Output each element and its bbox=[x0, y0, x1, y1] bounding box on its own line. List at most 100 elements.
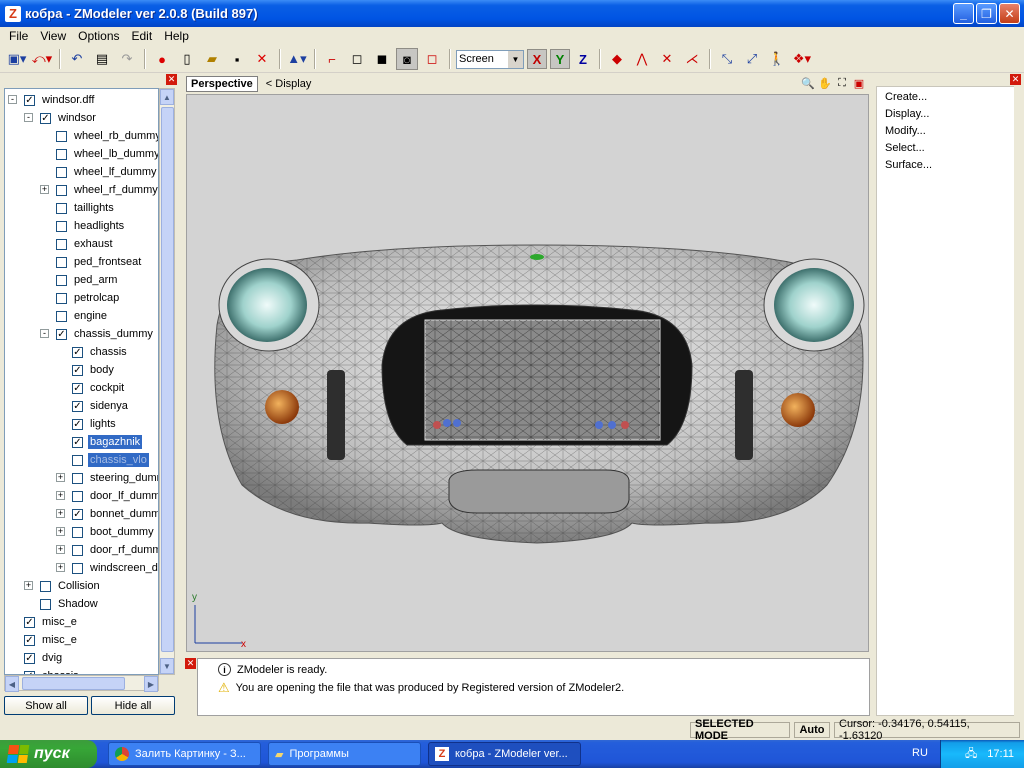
taskbar-item-zmodeler[interactable]: Z кобра - ZModeler ver... bbox=[428, 742, 581, 766]
pivot-icon[interactable]: ▲▾ bbox=[286, 48, 308, 70]
collapse-icon[interactable]: - bbox=[8, 95, 17, 104]
tree-vertical-scrollbar[interactable]: ▲ ▼ bbox=[159, 88, 175, 675]
tree-item[interactable]: ✓chassis bbox=[24, 667, 81, 674]
tree-horizontal-scrollbar[interactable]: ◀ ▶ bbox=[4, 675, 159, 692]
coord-mode-select[interactable]: Screen ▼ bbox=[456, 49, 524, 69]
visibility-checkbox[interactable] bbox=[56, 310, 67, 322]
tree-item[interactable]: - ✓ chassis_dummy bbox=[40, 325, 155, 343]
visibility-checkbox[interactable] bbox=[40, 598, 51, 610]
visibility-checkbox[interactable] bbox=[56, 130, 67, 142]
visibility-checkbox[interactable]: ✓ bbox=[24, 634, 35, 646]
expand-icon[interactable]: + bbox=[56, 473, 65, 482]
visibility-checkbox[interactable] bbox=[56, 292, 67, 304]
tree-item[interactable]: - ✓ windsor.dff bbox=[8, 91, 96, 109]
maximize-button[interactable]: ❐ bbox=[976, 3, 997, 24]
tree-item[interactable]: wheel_lf_dummy bbox=[56, 163, 158, 181]
tree-item[interactable]: petrolcap bbox=[56, 289, 121, 307]
properties-icon[interactable]: ▤ bbox=[91, 48, 113, 70]
command-display[interactable]: Display... bbox=[885, 108, 929, 120]
hide-all-button[interactable]: Hide all bbox=[91, 696, 175, 715]
command-surface[interactable]: Surface... bbox=[885, 159, 932, 171]
select-vertex-icon[interactable]: ⤡ bbox=[716, 48, 738, 70]
tree-item[interactable]: ✓ bagazhnik bbox=[72, 433, 143, 451]
tree-item[interactable]: ✓ body bbox=[72, 361, 116, 379]
tree-item[interactable]: + boot_dummy bbox=[56, 523, 156, 541]
visibility-checkbox[interactable]: ✓ bbox=[24, 652, 35, 664]
visibility-checkbox[interactable]: ✓ bbox=[72, 508, 83, 520]
maximize-view-icon[interactable]: ⛶ bbox=[835, 76, 849, 90]
tree-item[interactable]: + ✓ bonnet_dummy bbox=[56, 505, 158, 523]
close-view-icon[interactable]: ▣ bbox=[852, 76, 866, 90]
menu-options[interactable]: Options bbox=[72, 29, 125, 43]
menu-help[interactable]: Help bbox=[158, 29, 195, 43]
box-icon[interactable]: ◻ bbox=[346, 48, 368, 70]
visibility-checkbox[interactable]: ✓ bbox=[72, 400, 83, 412]
visibility-checkbox[interactable] bbox=[56, 184, 67, 196]
tree-item[interactable]: Shadow bbox=[40, 595, 100, 613]
selection-mode-status[interactable]: SELECTED MODE bbox=[690, 718, 790, 742]
visibility-checkbox[interactable]: ✓ bbox=[72, 436, 83, 448]
close-panel-icon[interactable]: ✕ bbox=[1010, 74, 1021, 85]
tree-item[interactable]: ✓ misc_e bbox=[24, 613, 79, 631]
visibility-checkbox[interactable]: ✓ bbox=[72, 382, 83, 394]
visibility-checkbox[interactable]: ✓ bbox=[24, 94, 35, 106]
viewport-display-menu[interactable]: < Display bbox=[266, 78, 312, 90]
visibility-checkbox[interactable]: ✓ bbox=[72, 346, 83, 358]
auto-status[interactable]: Auto bbox=[794, 722, 830, 738]
rotate-gizmo-icon[interactable]: ✕ bbox=[656, 48, 678, 70]
object-tree[interactable]: - ✓ windsor.dff - ✓ windsor wheel_rb_dummywhee… bbox=[4, 88, 159, 675]
link-icon[interactable]: ⌐ bbox=[321, 48, 343, 70]
tree-item[interactable]: ✓ cockpit bbox=[72, 379, 126, 397]
start-button[interactable]: пуск bbox=[0, 740, 97, 768]
visibility-checkbox[interactable] bbox=[56, 166, 67, 178]
visibility-checkbox[interactable]: ✓ bbox=[40, 112, 51, 124]
tree-item[interactable]: + steering_dumm bbox=[56, 469, 158, 487]
walk-icon[interactable]: 🚶 bbox=[766, 48, 788, 70]
tree-item[interactable]: exhaust bbox=[56, 235, 115, 253]
record-icon[interactable]: ● bbox=[151, 48, 173, 70]
command-select[interactable]: Select... bbox=[885, 142, 925, 154]
visibility-checkbox[interactable] bbox=[56, 220, 67, 232]
taskbar-item-folder[interactable]: ▰ Программы bbox=[268, 742, 421, 766]
chevron-down-icon[interactable]: ▼ bbox=[508, 50, 523, 68]
save-icon[interactable]: ▪ bbox=[226, 48, 248, 70]
visibility-checkbox[interactable] bbox=[72, 562, 83, 574]
tree-item[interactable]: - ✓ windsor bbox=[24, 109, 98, 127]
visibility-checkbox[interactable]: ✓ bbox=[72, 364, 83, 376]
close-panel-icon[interactable]: ✕ bbox=[166, 74, 177, 85]
taskbar-item-browser[interactable]: Залить Картинку - З... bbox=[108, 742, 261, 766]
tree-item[interactable]: chassis_vlo bbox=[72, 451, 149, 469]
axis-z-toggle[interactable]: Z bbox=[573, 49, 593, 69]
box-shaded-icon[interactable]: ◙ bbox=[396, 48, 418, 70]
misc-tools-icon[interactable]: ❖▾ bbox=[791, 48, 813, 70]
viewport-tab-perspective[interactable]: Perspective bbox=[186, 75, 258, 92]
tree-item[interactable]: ✓ sidenya bbox=[72, 397, 130, 415]
close-panel-icon[interactable]: ✕ bbox=[185, 658, 196, 669]
visibility-checkbox[interactable]: ✓ bbox=[24, 616, 35, 628]
box-solid-icon[interactable]: ◼ bbox=[371, 48, 393, 70]
box-red-icon[interactable]: ◻ bbox=[421, 48, 443, 70]
menu-file[interactable]: File bbox=[3, 29, 34, 43]
tree-item[interactable]: taillights bbox=[56, 199, 116, 217]
visibility-checkbox[interactable] bbox=[40, 580, 51, 592]
tree-item[interactable]: wheel_rb_dummy bbox=[56, 127, 158, 145]
scroll-thumb[interactable] bbox=[161, 107, 174, 652]
new-file-icon[interactable]: ▯ bbox=[176, 48, 198, 70]
close-button[interactable]: ✕ bbox=[999, 3, 1020, 24]
expand-icon[interactable]: + bbox=[24, 581, 33, 590]
scroll-up-icon[interactable]: ▲ bbox=[160, 89, 174, 105]
collapse-icon[interactable]: - bbox=[24, 113, 33, 122]
undo-icon[interactable]: ↶ bbox=[66, 48, 88, 70]
tree-item[interactable]: + door_rf_dummy bbox=[56, 541, 158, 559]
tree-item[interactable]: ✓chassis bbox=[72, 343, 129, 361]
command-create[interactable]: Create... bbox=[885, 91, 927, 103]
network-icon[interactable]: 🖧 bbox=[965, 745, 977, 764]
hscroll-thumb[interactable] bbox=[22, 677, 125, 690]
expand-icon[interactable]: + bbox=[56, 509, 65, 518]
visibility-checkbox[interactable]: ✓ bbox=[56, 328, 67, 340]
expand-icon[interactable]: + bbox=[56, 563, 65, 572]
material-icon[interactable]: ◆ bbox=[606, 48, 628, 70]
expand-icon[interactable]: + bbox=[40, 185, 49, 194]
language-indicator[interactable]: RU bbox=[912, 747, 928, 759]
select-edge-icon[interactable]: ⤢ bbox=[741, 48, 763, 70]
